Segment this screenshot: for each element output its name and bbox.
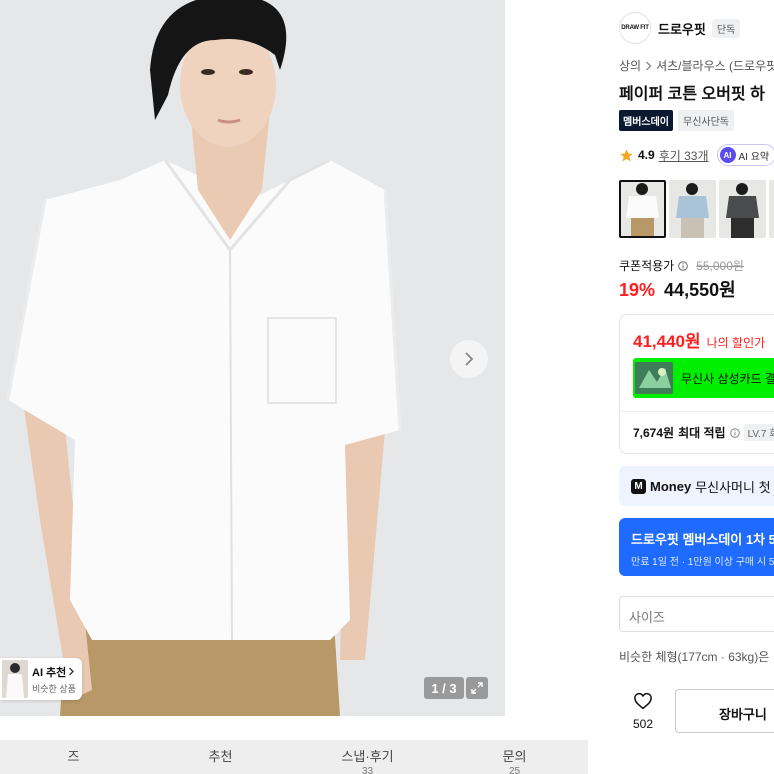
- breadcrumb-item[interactable]: 셔츠/블라우스 (드로우핏: [656, 57, 774, 74]
- card-benefit-banner[interactable]: 무신사 삼성카드 결: [633, 358, 774, 398]
- tab-label: 문의: [502, 749, 527, 764]
- reviews-link[interactable]: 후기 33개: [659, 147, 709, 164]
- ai-recommend-button[interactable]: AI 추천 비슷한 상품: [0, 658, 82, 700]
- expand-image-button[interactable]: [466, 677, 488, 699]
- color-thumbnails: [619, 180, 774, 238]
- ai-recommend-thumbnail: [2, 660, 28, 698]
- thumbnail-more[interactable]: [769, 180, 774, 238]
- money-brand: Money: [650, 478, 692, 494]
- promo-title: 드로우핏 멤버스데이 1차 5%: [631, 532, 774, 547]
- musinsa-money-banner[interactable]: M Money 무신사머니 첫 결: [619, 466, 774, 506]
- ai-summary-label: AI 요약: [738, 151, 770, 163]
- ai-recommend-subtitle: 비슷한 상품: [32, 683, 76, 694]
- discount-rate: 19%: [619, 280, 656, 300]
- product-tabs: 즈 추천 스냅·후기 33 문의 25: [0, 740, 588, 774]
- tab-inquiry[interactable]: 문의 25: [441, 740, 588, 774]
- breadcrumb-item[interactable]: 상의: [619, 57, 641, 74]
- info-icon[interactable]: [678, 260, 689, 271]
- ai-summary-button[interactable]: AI AI 요약: [716, 144, 774, 166]
- tab-count: 25: [508, 766, 521, 774]
- image-counter: 1 / 3: [424, 677, 464, 699]
- info-icon[interactable]: [729, 427, 740, 438]
- members-day-coupon-banner[interactable]: 드로우핏 멤버스데이 1차 5% 만료 1일 전 · 1만원 이상 구매 시 5: [619, 518, 774, 576]
- heart-icon: [634, 692, 652, 710]
- chevron-right-icon: [69, 667, 75, 676]
- brand-logo: DRAW FIT: [619, 12, 651, 44]
- level-badge: LV.7 회: [743, 424, 774, 441]
- my-discount-label: 나의 할인가: [706, 336, 766, 350]
- star-icon: [620, 148, 633, 161]
- points-label: 최대 적립: [678, 426, 726, 440]
- money-text: 무신사머니 첫 결: [695, 479, 774, 495]
- next-image-button[interactable]: [450, 340, 488, 378]
- add-to-cart-button[interactable]: 장바구니: [675, 689, 774, 733]
- exclusive-chip: 단독: [711, 18, 741, 38]
- money-logo-icon: M: [631, 478, 646, 494]
- rating-score: 4.9: [638, 148, 655, 162]
- thumbnail-charcoal[interactable]: [719, 180, 766, 238]
- promo-subtitle: 만료 1일 전 · 1만원 이상 구매 시 5: [631, 557, 774, 568]
- tab-count: 33: [361, 766, 374, 774]
- product-title: 페이퍼 코튼 오버핏 하: [619, 86, 765, 103]
- ai-recommend-title: AI 추천: [32, 664, 76, 680]
- like-count: 502: [632, 717, 654, 731]
- rating-row: 4.9 후기 33개 AI AI 요약: [619, 144, 774, 166]
- my-discount-price: 41,440원: [633, 332, 701, 351]
- tab-size[interactable]: 즈: [0, 740, 147, 774]
- thumbnail-white[interactable]: [619, 180, 666, 238]
- thumbnail-light-blue[interactable]: [669, 180, 716, 238]
- divider: [620, 411, 774, 412]
- points-amount: 7,674원: [633, 426, 675, 440]
- chevron-right-icon: [465, 352, 474, 366]
- exclusive-badge: 무신사단독: [678, 110, 734, 131]
- points-row: 7,674원 최대 적립 LV.7 회: [633, 424, 774, 441]
- tab-label: 추천: [208, 749, 233, 764]
- product-image-gallery[interactable]: AI 추천 비슷한 상품 1 / 3: [0, 0, 505, 716]
- my-discount-price-row: 41,440원 나의 할인가: [633, 327, 765, 352]
- size-select[interactable]: 사이즈: [619, 596, 774, 632]
- breadcrumb: 상의 셔츠/블라우스 (드로우핏: [619, 57, 774, 74]
- coupon-price-label-row: 쿠폰적용가 55,000원: [619, 257, 744, 274]
- coupon-price: 44,550원: [664, 280, 736, 300]
- ai-icon: AI: [719, 147, 736, 163]
- brand-row[interactable]: DRAW FIT 드로우핏 단독: [619, 12, 741, 44]
- similar-body-text: 비슷한 체형(177cm · 63kg)은: [619, 650, 770, 664]
- product-photo: [0, 0, 505, 716]
- coupon-label: 쿠폰적용가: [619, 259, 675, 273]
- members-day-badge: 멤버스데이: [619, 110, 673, 131]
- product-info-panel: DRAW FIT 드로우핏 단독 상의 셔츠/블라우스 (드로우핏 페이퍼 코튼…: [605, 0, 774, 774]
- expand-icon: [471, 682, 483, 694]
- brand-name: 드로우핏: [658, 21, 706, 37]
- tab-label: 즈: [67, 749, 80, 764]
- chevron-right-icon: [646, 61, 652, 70]
- badge-row: 멤버스데이 무신사단독: [619, 110, 734, 131]
- original-price: 55,000원: [696, 259, 744, 273]
- tab-label: 스냅·후기: [341, 749, 394, 764]
- like-button[interactable]: 502: [625, 692, 661, 731]
- benefit-box: 41,440원 나의 할인가 무신사 삼성카드 결 7,674원 최대 적립 L…: [619, 314, 774, 454]
- card-benefit-text: 무신사 삼성카드 결: [681, 371, 774, 386]
- tab-recommend[interactable]: 추천: [147, 740, 294, 774]
- tab-snap-reviews[interactable]: 스냅·후기 33: [294, 740, 441, 774]
- card-image: [635, 362, 673, 394]
- price-row: 19% 44,550원: [619, 276, 736, 302]
